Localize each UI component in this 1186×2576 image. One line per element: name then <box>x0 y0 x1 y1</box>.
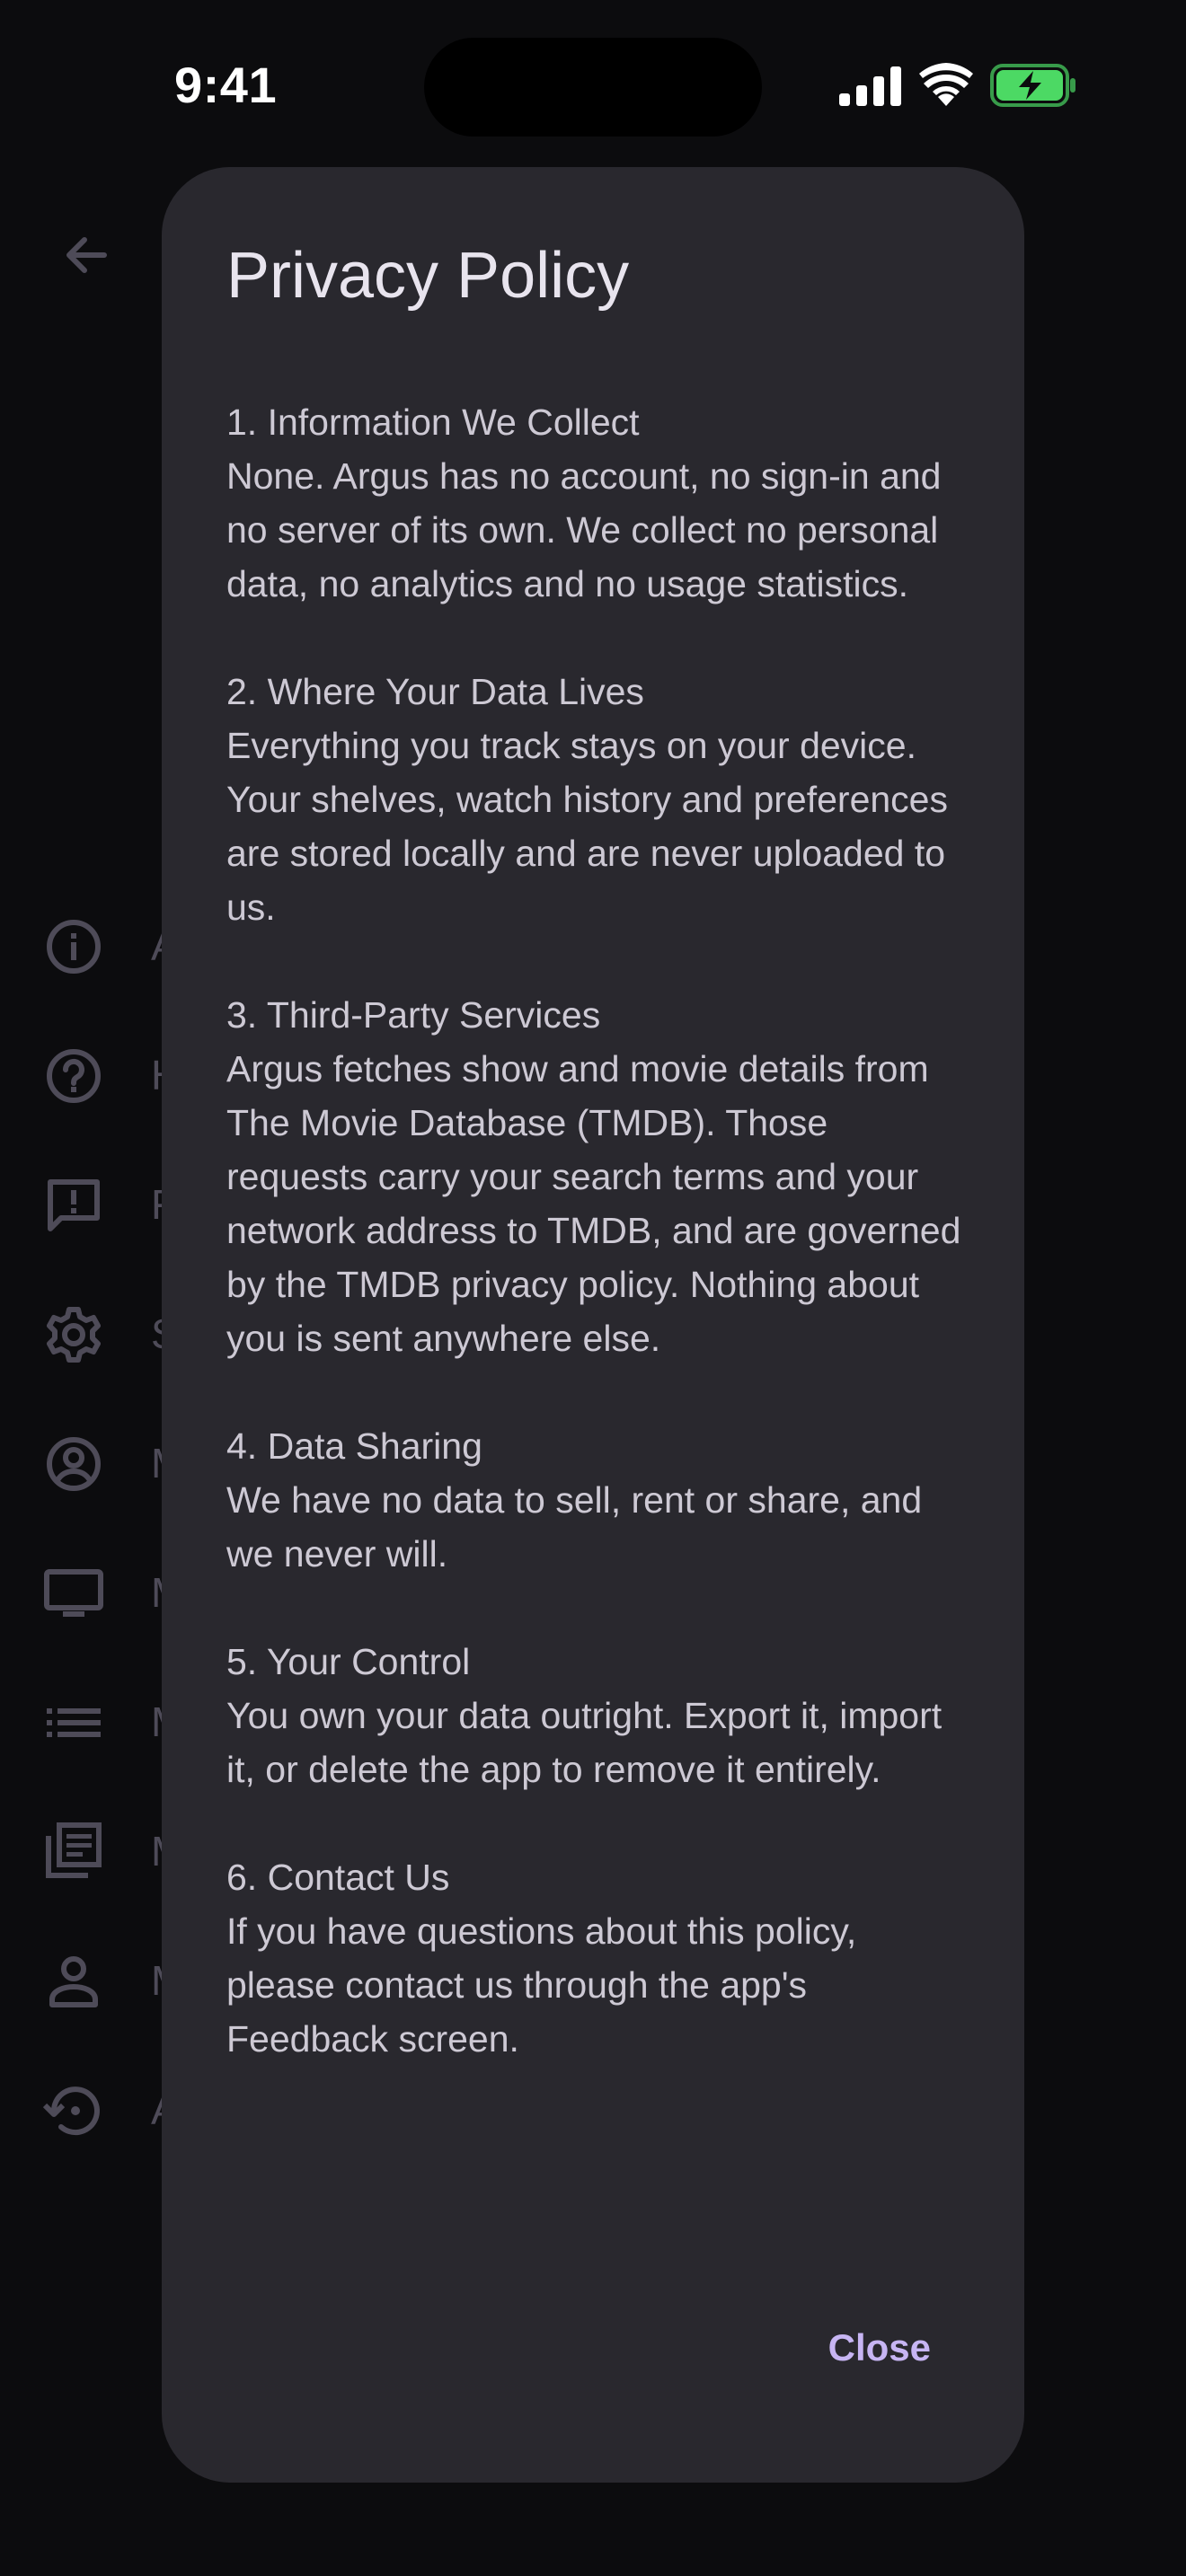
section-heading: 5. Your Control <box>226 1641 471 1682</box>
section-heading: 3. Third-Party Services <box>226 994 601 1036</box>
policy-section: 1. Information We Collect None. Argus ha… <box>226 395 972 611</box>
section-text: You own your data outright. Export it, i… <box>226 1695 943 1790</box>
section-text: Everything you track stays on your devic… <box>226 725 948 928</box>
section-text: We have no data to sell, rent or share, … <box>226 1479 923 1575</box>
section-text: If you have questions about this policy,… <box>226 1910 857 2060</box>
section-text: None. Argus has no account, no sign-in a… <box>226 455 942 604</box>
section-heading: 1. Information We Collect <box>226 401 640 443</box>
policy-section: 4. Data Sharing We have no data to sell,… <box>226 1419 972 1581</box>
section-text: Argus fetches show and movie details fro… <box>226 1048 961 1359</box>
dialog-title: Privacy Policy <box>226 240 630 312</box>
policy-section: 2. Where Your Data Lives Everything you … <box>226 665 972 934</box>
screen: 9:41 A H <box>0 0 1186 2576</box>
policy-section: 6. Contact Us If you have questions abou… <box>226 1850 972 2066</box>
section-heading: 2. Where Your Data Lives <box>226 671 644 712</box>
policy-section: 3. Third-Party Services Argus fetches sh… <box>226 988 972 1365</box>
section-heading: 6. Contact Us <box>226 1857 450 1898</box>
privacy-policy-dialog: Privacy Policy 1. Information We Collect… <box>162 167 1024 2483</box>
policy-section: 5. Your Control You own your data outrig… <box>226 1635 972 1796</box>
section-heading: 4. Data Sharing <box>226 1425 482 1467</box>
close-button[interactable]: Close <box>828 2326 931 2369</box>
dialog-body: 1. Information We Collect None. Argus ha… <box>226 395 972 2120</box>
